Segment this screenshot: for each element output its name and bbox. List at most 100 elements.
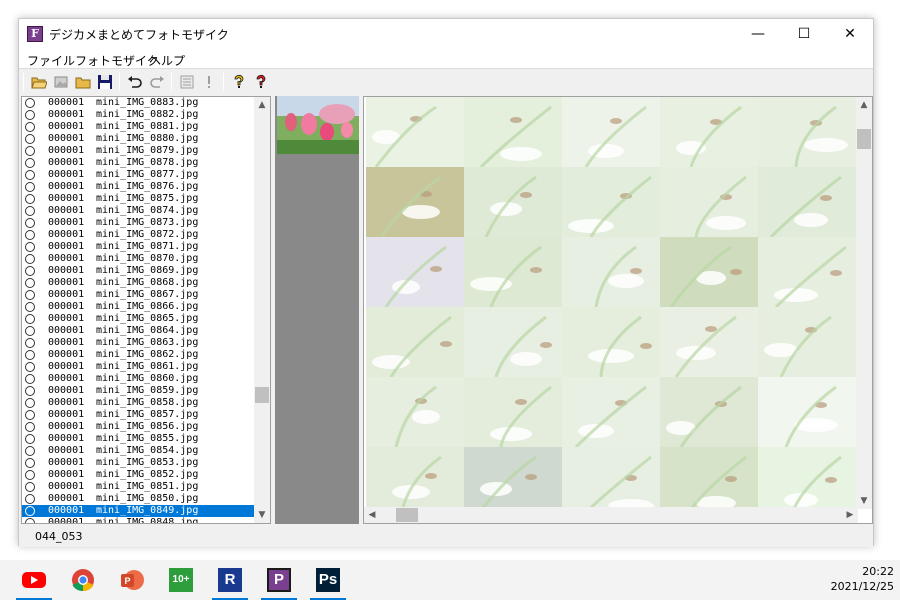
file-list-item[interactable]: 000001 mini_IMG_0859.jpg xyxy=(22,385,256,397)
radio-icon[interactable] xyxy=(25,446,35,456)
open-folder-icon[interactable] xyxy=(31,74,47,90)
radio-icon[interactable] xyxy=(25,290,35,300)
scroll-down-arrow-icon[interactable]: ▼ xyxy=(254,507,270,523)
radio-icon[interactable] xyxy=(25,362,35,372)
radio-icon[interactable] xyxy=(25,338,35,348)
radio-icon[interactable] xyxy=(25,278,35,288)
radio-icon[interactable] xyxy=(25,98,35,108)
radio-icon[interactable] xyxy=(25,386,35,396)
file-list-item[interactable]: 000001 mini_IMG_0871.jpg xyxy=(22,241,256,253)
radio-icon[interactable] xyxy=(25,230,35,240)
file-list-item[interactable]: 000001 mini_IMG_0860.jpg xyxy=(22,373,256,385)
context-help-icon[interactable] xyxy=(253,74,269,90)
radio-icon[interactable] xyxy=(25,494,35,504)
file-list-item[interactable]: 000001 mini_IMG_0852.jpg xyxy=(22,469,256,481)
clock[interactable]: 20:22 2021/12/25 xyxy=(831,564,894,594)
minimize-button[interactable]: — xyxy=(735,19,781,49)
close-button[interactable]: ✕ xyxy=(827,19,873,49)
radio-icon[interactable] xyxy=(25,506,35,516)
radio-icon[interactable] xyxy=(25,182,35,192)
youtube-icon[interactable] xyxy=(20,566,48,594)
file-list-item[interactable]: 000001 mini_IMG_0869.jpg xyxy=(22,265,256,277)
file-list[interactable]: 000001 mini_IMG_0883.jpg 000001 mini_IMG_08… xyxy=(21,96,271,524)
file-list-item[interactable]: 000001 mini_IMG_0880.jpg xyxy=(22,133,256,145)
exclamation-icon[interactable] xyxy=(201,74,217,90)
maximize-button[interactable]: ☐ xyxy=(781,19,827,49)
radio-icon[interactable] xyxy=(25,350,35,360)
file-list-item[interactable]: 000001 mini_IMG_0870.jpg xyxy=(22,253,256,265)
mosaic-vertical-scrollbar[interactable]: ▲ ▼ xyxy=(856,97,872,509)
radio-icon[interactable] xyxy=(25,434,35,444)
file-list-item[interactable]: 000001 mini_IMG_0850.jpg xyxy=(22,493,256,505)
radio-icon[interactable] xyxy=(25,110,35,120)
scroll-up-arrow-icon[interactable]: ▲ xyxy=(856,97,872,113)
p-app-icon[interactable]: P xyxy=(265,566,293,594)
file-list-item[interactable]: 000001 mini_IMG_0883.jpg xyxy=(22,97,256,109)
image-icon[interactable] xyxy=(53,74,69,90)
file-list-item[interactable]: 000001 mini_IMG_0855.jpg xyxy=(22,433,256,445)
r-app-icon[interactable]: R xyxy=(216,566,244,594)
radio-icon[interactable] xyxy=(25,254,35,264)
file-list-scrollbar[interactable]: ▲ ▼ xyxy=(254,97,270,523)
radio-icon[interactable] xyxy=(25,410,35,420)
file-list-item[interactable]: 000001 mini_IMG_0867.jpg xyxy=(22,289,256,301)
scroll-down-arrow-icon[interactable]: ▼ xyxy=(856,493,872,509)
file-list-item[interactable]: 000001 mini_IMG_0881.jpg xyxy=(22,121,256,133)
undo-icon[interactable] xyxy=(127,74,143,90)
file-list-item[interactable]: 000001 mini_IMG_0876.jpg xyxy=(22,181,256,193)
scroll-thumb[interactable] xyxy=(396,508,418,522)
file-list-item[interactable]: 000001 mini_IMG_0858.jpg xyxy=(22,397,256,409)
scroll-left-arrow-icon[interactable]: ◀ xyxy=(364,507,380,523)
file-list-item[interactable]: 000001 mini_IMG_0868.jpg xyxy=(22,277,256,289)
radio-icon[interactable] xyxy=(25,146,35,156)
scroll-up-arrow-icon[interactable]: ▲ xyxy=(254,97,270,113)
help-icon[interactable] xyxy=(231,74,247,90)
radio-icon[interactable] xyxy=(25,242,35,252)
scroll-right-arrow-icon[interactable]: ▶ xyxy=(842,507,858,523)
file-list-item[interactable]: 000001 mini_IMG_0862.jpg xyxy=(22,349,256,361)
file-list-item[interactable]: 000001 mini_IMG_0877.jpg xyxy=(22,169,256,181)
radio-icon[interactable] xyxy=(25,398,35,408)
file-list-item[interactable]: 000001 mini_IMG_0849.jpg xyxy=(22,505,256,517)
menu-photomosaic[interactable]: フォトモザイク xyxy=(75,52,159,69)
mosaic-horizontal-scrollbar[interactable]: ◀ ▶ xyxy=(364,507,858,523)
powerpoint-icon[interactable]: P xyxy=(118,566,146,594)
radio-icon[interactable] xyxy=(25,122,35,132)
file-list-item[interactable]: 000001 mini_IMG_0878.jpg xyxy=(22,157,256,169)
file-list-item[interactable]: 000001 mini_IMG_0866.jpg xyxy=(22,301,256,313)
radio-icon[interactable] xyxy=(25,218,35,228)
radio-icon[interactable] xyxy=(25,266,35,276)
file-list-item[interactable]: 000001 mini_IMG_0861.jpg xyxy=(22,361,256,373)
file-list-item[interactable]: 000001 mini_IMG_0864.jpg xyxy=(22,325,256,337)
app-10plus-icon[interactable]: 10+ xyxy=(167,566,195,594)
file-list-item[interactable]: 000001 mini_IMG_0863.jpg xyxy=(22,337,256,349)
radio-icon[interactable] xyxy=(25,470,35,480)
radio-icon[interactable] xyxy=(25,458,35,468)
file-list-item[interactable]: 000001 mini_IMG_0873.jpg xyxy=(22,217,256,229)
file-list-item[interactable]: 000001 mini_IMG_0853.jpg xyxy=(22,457,256,469)
radio-icon[interactable] xyxy=(25,374,35,384)
file-list-item[interactable]: 000001 mini_IMG_0856.jpg xyxy=(22,421,256,433)
file-list-item[interactable]: 000001 mini_IMG_0851.jpg xyxy=(22,481,256,493)
radio-icon[interactable] xyxy=(25,170,35,180)
file-list-item[interactable]: 000001 mini_IMG_0872.jpg xyxy=(22,229,256,241)
radio-icon[interactable] xyxy=(25,134,35,144)
radio-icon[interactable] xyxy=(25,302,35,312)
radio-icon[interactable] xyxy=(25,326,35,336)
save-icon[interactable] xyxy=(97,74,113,90)
file-list-item[interactable]: 000001 mini_IMG_0879.jpg xyxy=(22,145,256,157)
radio-icon[interactable] xyxy=(25,518,35,523)
file-list-item[interactable]: 000001 mini_IMG_0874.jpg xyxy=(22,205,256,217)
folder-icon[interactable] xyxy=(75,74,91,90)
menu-file[interactable]: ファイル xyxy=(27,52,75,69)
photoshop-icon[interactable]: Ps xyxy=(314,566,342,594)
radio-icon[interactable] xyxy=(25,422,35,432)
scroll-thumb[interactable] xyxy=(255,387,269,403)
chrome-icon[interactable] xyxy=(69,566,97,594)
list-icon[interactable] xyxy=(179,74,195,90)
radio-icon[interactable] xyxy=(25,206,35,216)
file-list-item[interactable]: 000001 mini_IMG_0882.jpg xyxy=(22,109,256,121)
scroll-thumb[interactable] xyxy=(857,129,871,149)
redo-icon[interactable] xyxy=(149,74,165,90)
file-list-item[interactable]: 000001 mini_IMG_0857.jpg xyxy=(22,409,256,421)
